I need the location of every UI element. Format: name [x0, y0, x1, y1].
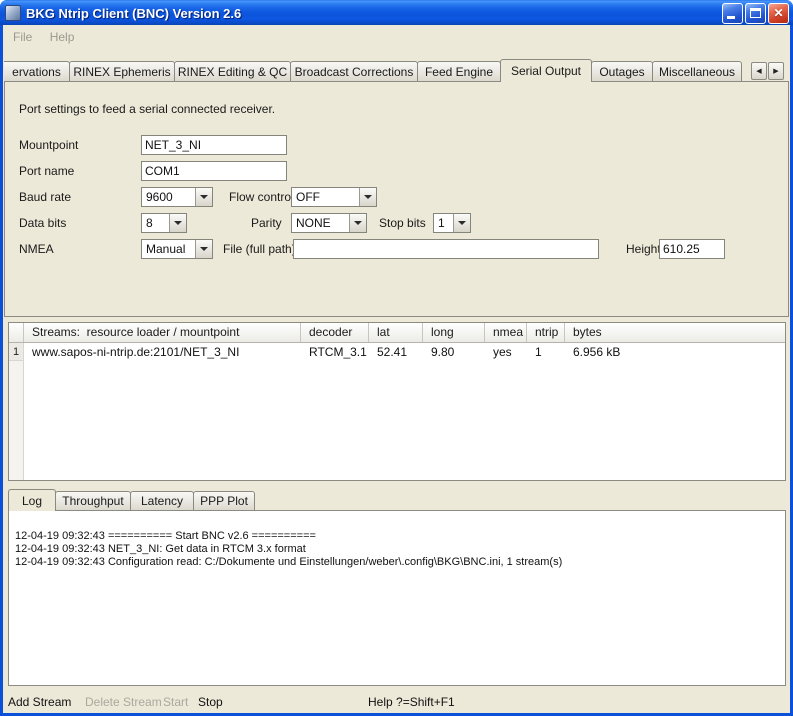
mountpoint-input[interactable] — [141, 135, 287, 155]
delete-stream-button: Delete Stream — [85, 691, 162, 713]
baud-rate-label: Baud rate — [19, 187, 71, 207]
close-icon: ✕ — [773, 7, 783, 19]
log-view[interactable]: 12-04-19 09:32:43 ========== Start BNC v… — [8, 510, 786, 686]
tab-rinex-ephemeris[interactable]: RINEX Ephemeris — [69, 61, 175, 81]
row-number-gutter: 1 — [9, 343, 24, 480]
tab-scroll-left-button[interactable]: ◀ — [751, 62, 767, 80]
stop-button[interactable]: Stop — [198, 691, 223, 713]
table-corner — [9, 323, 24, 342]
chevron-down-icon — [195, 188, 212, 206]
cell-ntrip: 1 — [527, 343, 565, 361]
parity-label: Parity — [251, 213, 282, 233]
titlebar[interactable]: BKG Ntrip Client (BNC) Version 2.6 ✕ — [0, 0, 793, 25]
close-button[interactable]: ✕ — [768, 3, 789, 24]
log-line: 12-04-19 09:32:43 ========== Start BNC v… — [15, 530, 779, 543]
serial-output-panel: Port settings to feed a serial connected… — [4, 81, 789, 317]
file-path-input[interactable] — [293, 239, 599, 259]
tab-serial-output[interactable]: Serial Output — [500, 59, 592, 82]
height-input[interactable] — [659, 239, 725, 259]
help-shortcut-label: Help ?=Shift+F1 — [368, 691, 455, 713]
chevron-left-icon: ◀ — [756, 67, 761, 75]
tab-observations[interactable]: ervations — [4, 61, 70, 81]
main-tabbar: ervations RINEX Ephemeris RINEX Editing … — [4, 61, 742, 81]
data-bits-label: Data bits — [19, 213, 66, 233]
streams-table: Streams: resource loader / mountpoint de… — [8, 322, 786, 481]
client-area: File Help ervations RINEX Ephemeris RINE… — [3, 25, 790, 713]
stream-rows: www.sapos-ni-ntrip.de:2101/NET_3_NI RTCM… — [24, 343, 785, 480]
cell-long: 9.80 — [423, 343, 485, 361]
tab-scroll-right-button[interactable]: ▶ — [768, 62, 784, 80]
stop-bits-label: Stop bits — [379, 213, 426, 233]
column-header-mountpoint: Streams: resource loader / mountpoint — [24, 323, 301, 342]
tab-outages[interactable]: Outages — [591, 61, 653, 81]
maximize-icon — [750, 8, 761, 18]
tab-ppp-plot[interactable]: PPP Plot — [193, 491, 255, 510]
chevron-down-icon — [453, 214, 470, 232]
chevron-down-icon — [169, 214, 186, 232]
height-label: Height — [626, 239, 661, 259]
column-header-ntrip: ntrip — [527, 323, 565, 342]
chevron-down-icon — [349, 214, 366, 232]
chevron-down-icon — [195, 240, 212, 258]
minimize-icon — [727, 16, 735, 19]
flow-control-value: OFF — [292, 188, 359, 206]
maximize-button[interactable] — [745, 3, 766, 24]
window-title: BKG Ntrip Client (BNC) Version 2.6 — [26, 6, 722, 21]
column-header-lat: lat — [369, 323, 423, 342]
tab-miscellaneous[interactable]: Miscellaneous — [652, 61, 742, 81]
log-line: 12-04-19 09:32:43 NET_3_NI: Get data in … — [15, 543, 779, 556]
baud-rate-select[interactable]: 9600 — [141, 187, 213, 207]
bnc-window: BKG Ntrip Client (BNC) Version 2.6 ✕ Fil… — [0, 0, 793, 716]
nmea-label: NMEA — [19, 239, 54, 259]
cell-nmea: yes — [485, 343, 527, 361]
window-controls: ✕ — [722, 3, 789, 24]
column-header-nmea: nmea — [485, 323, 527, 342]
column-header-bytes: bytes — [565, 323, 785, 342]
chevron-right-icon: ▶ — [773, 67, 778, 75]
streams-body: 1 www.sapos-ni-ntrip.de:2101/NET_3_NI RT… — [9, 343, 785, 480]
nmea-value: Manual — [142, 240, 195, 258]
tab-rinex-editing-qc[interactable]: RINEX Editing & QC — [174, 61, 291, 81]
file-path-label: File (full path) — [223, 239, 296, 259]
port-name-input[interactable] — [141, 161, 287, 181]
menu-file[interactable]: File — [6, 28, 39, 46]
tab-throughput[interactable]: Throughput — [55, 491, 131, 510]
start-button: Start — [163, 691, 188, 713]
cell-bytes: 6.956 kB — [565, 343, 785, 361]
port-name-label: Port name — [19, 161, 74, 181]
tab-feed-engine[interactable]: Feed Engine — [417, 61, 501, 81]
log-line: 12-04-19 09:32:43 Configuration read: C:… — [15, 556, 779, 569]
menubar: File Help — [3, 25, 790, 47]
app-icon — [5, 5, 21, 21]
stream-row[interactable]: www.sapos-ni-ntrip.de:2101/NET_3_NI RTCM… — [24, 343, 785, 361]
parity-value: NONE — [292, 214, 349, 232]
footer-buttons: Add Stream Delete Stream Start Stop Help… — [3, 691, 790, 713]
column-header-decoder: decoder — [301, 323, 369, 342]
chevron-down-icon — [359, 188, 376, 206]
data-bits-select[interactable]: 8 — [141, 213, 187, 233]
mountpoint-label: Mountpoint — [19, 135, 78, 155]
cell-lat: 52.41 — [369, 343, 423, 361]
baud-rate-value: 9600 — [142, 188, 195, 206]
tab-broadcast-corrections[interactable]: Broadcast Corrections — [290, 61, 418, 81]
streams-header-row: Streams: resource loader / mountpoint de… — [9, 323, 785, 343]
bottom-tabbar: Log Throughput Latency PPP Plot — [8, 491, 255, 510]
stop-bits-select[interactable]: 1 — [433, 213, 471, 233]
cell-mountpoint: www.sapos-ni-ntrip.de:2101/NET_3_NI — [24, 343, 301, 361]
data-bits-value: 8 — [142, 214, 169, 232]
minimize-button[interactable] — [722, 3, 743, 24]
nmea-select[interactable]: Manual — [141, 239, 213, 259]
flow-control-select[interactable]: OFF — [291, 187, 377, 207]
parity-select[interactable]: NONE — [291, 213, 367, 233]
menu-help[interactable]: Help — [43, 28, 82, 46]
column-header-long: long — [423, 323, 485, 342]
stop-bits-value: 1 — [434, 214, 453, 232]
flow-control-label: Flow control — [229, 187, 294, 207]
row-number: 1 — [9, 343, 23, 361]
tab-latency[interactable]: Latency — [130, 491, 194, 510]
cell-decoder: RTCM_3.1 — [301, 343, 369, 361]
panel-description: Port settings to feed a serial connected… — [19, 102, 275, 116]
tab-log[interactable]: Log — [8, 489, 56, 511]
add-stream-button[interactable]: Add Stream — [8, 691, 71, 713]
